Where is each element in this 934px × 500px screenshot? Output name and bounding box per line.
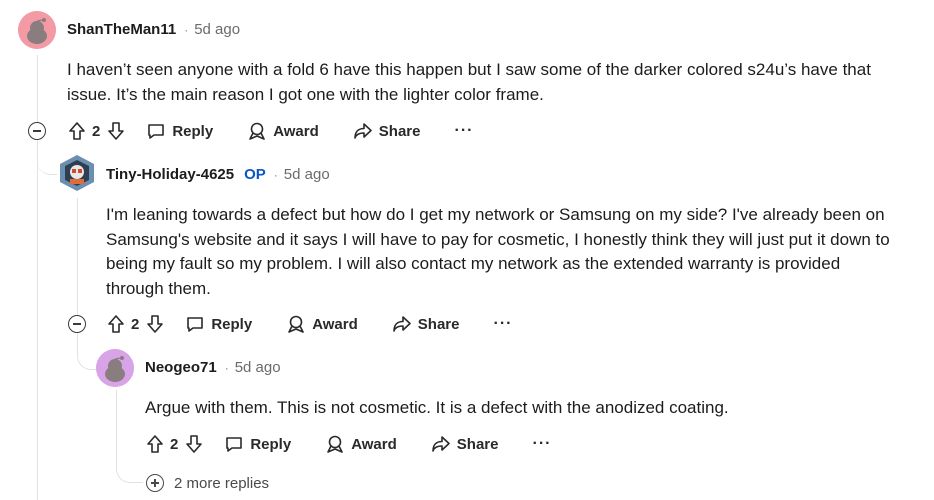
comment-body: I haven’t seen anyone with a fold 6 have… — [67, 58, 871, 107]
comment-line: through them. — [106, 278, 211, 298]
comment-actions: 2 Reply Award Share ··· — [67, 118, 473, 144]
collapse-thread-button[interactable] — [28, 122, 46, 140]
reply-label: Reply — [211, 315, 253, 333]
comment-line: Samsung's website and it says I will hav… — [106, 229, 890, 249]
thread-connector-3 — [116, 462, 143, 483]
more-options-icon: ··· — [454, 122, 474, 139]
downvote-icon — [108, 122, 125, 140]
snoo-avatar-icon — [96, 349, 134, 387]
reply-label: Reply — [250, 435, 292, 453]
award-icon — [249, 122, 266, 140]
upvote-icon — [147, 435, 163, 453]
comment-meta: ShanTheMan11 · 5d ago — [67, 21, 240, 38]
award-icon — [327, 435, 344, 453]
vote-count: 2 — [170, 435, 179, 453]
comment-timestamp[interactable]: 5d ago — [284, 166, 330, 183]
separator-dot: · — [224, 360, 229, 375]
snoo-avatar-icon — [18, 11, 56, 49]
more-options-button[interactable]: ··· — [532, 435, 551, 453]
award-button[interactable]: Award — [247, 121, 319, 141]
author-name[interactable]: Tiny-Holiday-4625 — [106, 166, 234, 183]
award-label: Award — [273, 122, 319, 140]
expand-plus-icon — [146, 474, 164, 492]
downvote-icon — [147, 315, 164, 333]
share-button[interactable]: Share — [431, 434, 499, 454]
award-label: Award — [351, 435, 397, 453]
vote-count: 2 — [92, 122, 101, 140]
comment-timestamp[interactable]: 5d ago — [194, 21, 240, 38]
share-label: Share — [378, 122, 421, 140]
avatar[interactable] — [58, 154, 96, 192]
downvote-icon — [186, 435, 203, 453]
comment-line: issue. It’s the main reason I got one wi… — [67, 84, 544, 104]
reply-bubble-icon — [148, 124, 165, 139]
share-arrow-icon — [431, 436, 450, 452]
author-name[interactable]: Neogeo71 — [145, 359, 217, 376]
share-arrow-icon — [353, 123, 372, 139]
reply-bubble-icon — [226, 437, 243, 452]
award-button[interactable]: Award — [286, 314, 358, 334]
collapse-thread-button[interactable] — [68, 315, 86, 333]
upvote-button[interactable] — [106, 314, 126, 334]
comment-line: being my fault so my problem. I will als… — [106, 254, 841, 273]
comment-meta: Tiny-Holiday-4625 OP · 5d ago — [106, 166, 330, 183]
downvote-button[interactable] — [184, 434, 204, 454]
custom-avatar-icon — [60, 155, 94, 191]
share-button[interactable]: Share — [392, 314, 460, 334]
comment-line: I haven’t seen anyone with a fold 6 have… — [67, 60, 871, 79]
more-options-icon: ··· — [532, 435, 552, 452]
avatar[interactable] — [18, 11, 56, 49]
more-options-icon: ··· — [493, 315, 513, 332]
separator-dot: · — [184, 22, 189, 37]
thread-line-main-lower — [37, 140, 38, 500]
thread-line-main — [37, 55, 38, 126]
reply-button[interactable]: Reply — [146, 121, 213, 141]
reply-label: Reply — [172, 122, 214, 140]
author-name[interactable]: ShanTheMan11 — [67, 21, 176, 38]
award-label: Award — [312, 315, 358, 333]
upvote-icon — [108, 315, 124, 333]
reply-button[interactable]: Reply — [224, 434, 291, 454]
separator-dot: · — [273, 167, 278, 182]
thread-connector-2 — [77, 333, 96, 370]
downvote-button[interactable] — [145, 314, 165, 334]
thread-connector-1 — [37, 140, 57, 175]
comment-body: Argue with them. This is not cosmetic. I… — [145, 396, 729, 421]
share-button[interactable]: Share — [353, 121, 421, 141]
award-button[interactable]: Award — [325, 434, 397, 454]
award-icon — [288, 315, 305, 333]
reply-bubble-icon — [187, 317, 204, 332]
share-arrow-icon — [392, 316, 411, 332]
more-options-button[interactable]: ··· — [493, 315, 512, 333]
more-replies-button[interactable]: 2 more replies — [146, 474, 269, 492]
thread-line-nested — [116, 390, 117, 464]
upvote-icon — [69, 122, 85, 140]
share-label: Share — [417, 315, 460, 333]
comment-line: Argue with them. This is not cosmetic. I… — [145, 398, 729, 417]
share-label: Share — [456, 435, 499, 453]
comment-meta: Neogeo71 · 5d ago — [145, 359, 281, 376]
more-replies-label: 2 more replies — [174, 474, 270, 492]
comment-actions: 2 Reply Award Share ··· — [145, 431, 551, 457]
upvote-button[interactable] — [67, 121, 87, 141]
comment-timestamp[interactable]: 5d ago — [235, 359, 281, 376]
comment-actions: 2 Reply Award Share ··· — [106, 311, 512, 337]
op-badge: OP — [244, 166, 266, 183]
downvote-button[interactable] — [106, 121, 126, 141]
avatar[interactable] — [96, 349, 134, 387]
comment-line: I'm leaning towards a defect but how do … — [106, 205, 885, 224]
comment-body: I'm leaning towards a defect but how do … — [106, 203, 890, 301]
reply-button[interactable]: Reply — [185, 314, 252, 334]
vote-count: 2 — [131, 315, 140, 333]
more-options-button[interactable]: ··· — [454, 122, 473, 140]
thread-line-reply — [77, 198, 78, 315]
upvote-button[interactable] — [145, 434, 165, 454]
